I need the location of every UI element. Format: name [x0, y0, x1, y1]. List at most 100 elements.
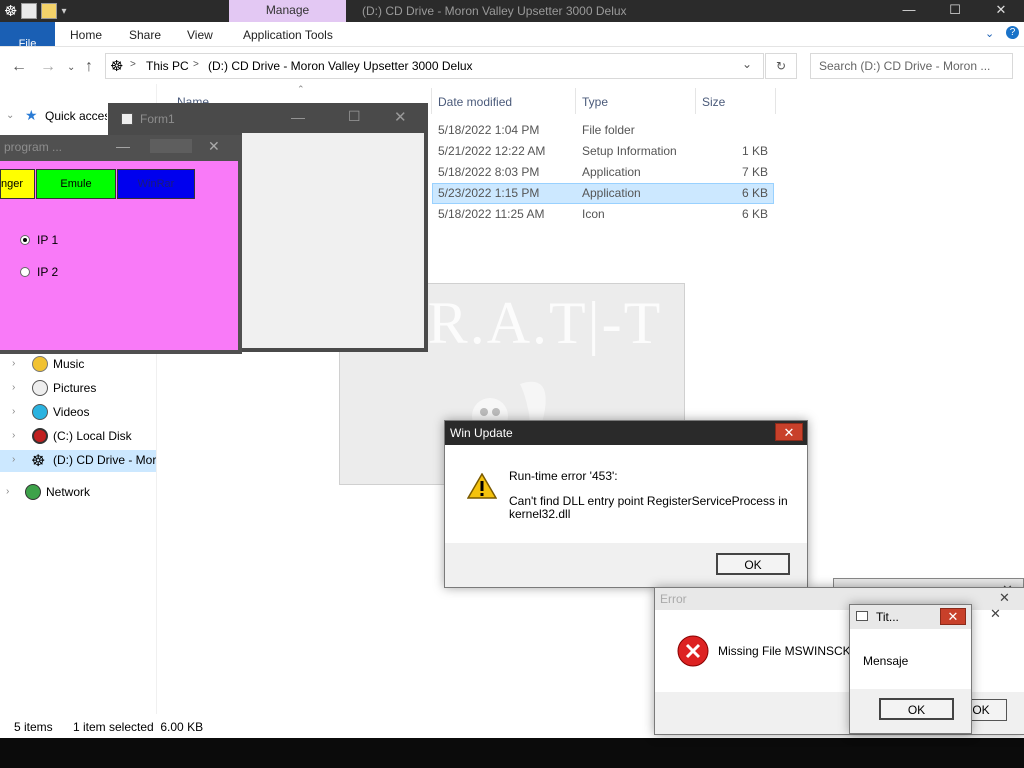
nav-music[interactable]: › Music: [0, 354, 156, 376]
local-disk-icon: [32, 428, 48, 444]
column-divider[interactable]: [775, 88, 776, 114]
close-button[interactable]: ✕: [208, 138, 220, 155]
message-dialog[interactable]: Tit... ✕ Mensaje OK: [849, 604, 972, 734]
maximize-button[interactable]: ☐: [932, 0, 978, 22]
column-divider[interactable]: [695, 88, 696, 114]
ok-button[interactable]: OK: [879, 698, 954, 720]
chevron-down-icon[interactable]: ⌄: [6, 110, 14, 121]
messenger-button[interactable]: nger: [0, 169, 35, 199]
minimize-button[interactable]: —: [291, 109, 305, 125]
file-date: 5/18/2022 8:03 PM: [438, 165, 540, 179]
nav-network[interactable]: › Network: [0, 482, 156, 504]
chevron-right-icon[interactable]: ›: [6, 486, 9, 497]
program-window[interactable]: program ... — ✕ nger Emule WinRar IP 1 I…: [0, 135, 242, 354]
properties-icon[interactable]: [21, 3, 38, 19]
nav-videos[interactable]: › Videos: [0, 402, 156, 424]
sort-ascending-icon: ⌃: [297, 84, 305, 94]
nav-label: Videos: [53, 405, 90, 419]
tab-view[interactable]: View: [187, 28, 213, 42]
column-divider[interactable]: [431, 88, 432, 114]
minimize-button[interactable]: —: [116, 138, 130, 154]
radio-button[interactable]: [20, 267, 30, 277]
refresh-button[interactable]: ↻: [765, 53, 797, 79]
address-dropdown-icon[interactable]: ⌄: [742, 57, 752, 71]
file-tab[interactable]: File: [0, 22, 55, 46]
file-row[interactable]: 5/21/2022 12:22 AM Setup Information 1 K…: [432, 141, 774, 162]
file-size: 6 KB: [741, 186, 768, 200]
nav-cd-drive[interactable]: › ☸ (D:) CD Drive - Moron Valley Upsette…: [0, 450, 156, 472]
breadcrumb-cd-drive[interactable]: (D:) CD Drive - Moron Valley Upsetter 30…: [208, 59, 473, 73]
expand-ribbon-icon[interactable]: ⌄: [985, 27, 994, 40]
ok-button[interactable]: OK: [716, 553, 790, 575]
nav-local-disk[interactable]: › (C:) Local Disk: [0, 426, 156, 448]
file-type: Setup Information: [582, 144, 677, 158]
chevron-right-icon[interactable]: ›: [12, 382, 15, 393]
column-divider[interactable]: [575, 88, 576, 114]
nav-pictures[interactable]: › Pictures: [0, 378, 156, 400]
dialog-titlebar: Win Update ✕: [445, 421, 807, 445]
videos-icon: [32, 404, 48, 420]
quick-access-toolbar: ☸ ▾: [0, 0, 66, 22]
radio-label: IP 1: [37, 233, 59, 247]
warning-icon: [467, 473, 497, 499]
breadcrumb-separator: >: [130, 59, 136, 70]
file-row[interactable]: 5/18/2022 8:03 PM Application 7 KB: [432, 162, 774, 183]
address-bar[interactable]: ☸ > This PC > (D:) CD Drive - Moron Vall…: [105, 53, 764, 79]
new-folder-icon[interactable]: [41, 3, 58, 19]
chevron-right-icon[interactable]: ›: [12, 454, 15, 465]
file-type: Application: [582, 186, 641, 200]
file-row[interactable]: 5/18/2022 11:25 AM Icon 6 KB: [432, 204, 774, 225]
dialog-footer: OK: [445, 543, 807, 587]
winrar-button[interactable]: WinRar: [117, 169, 195, 199]
forward-icon[interactable]: →: [40, 58, 56, 76]
manage-tab[interactable]: Manage: [229, 0, 346, 22]
nav-label: Music: [53, 357, 85, 371]
close-button[interactable]: ✕: [775, 423, 803, 441]
recent-locations-icon[interactable]: ⌄: [67, 62, 75, 73]
search-input[interactable]: Search (D:) CD Drive - Moron ...: [810, 53, 1013, 79]
tab-home[interactable]: Home: [70, 28, 102, 42]
win-update-dialog[interactable]: Win Update ✕ Run-time error '453': Can't…: [444, 420, 808, 588]
error-heading: Run-time error '453':: [509, 469, 618, 483]
emule-button[interactable]: Emule: [36, 169, 116, 199]
close-button[interactable]: ✕: [940, 608, 966, 625]
radio-button[interactable]: [20, 235, 30, 245]
tab-application-tools[interactable]: Application Tools: [243, 28, 333, 42]
up-icon[interactable]: ↑: [85, 58, 93, 76]
file-size: 1 KB: [741, 144, 768, 158]
nav-label: Network: [46, 485, 91, 499]
maximize-button[interactable]: [150, 139, 192, 153]
taskbar: [0, 738, 1024, 768]
close-button[interactable]: ✕: [394, 108, 407, 126]
chevron-right-icon[interactable]: ›: [12, 430, 15, 441]
back-icon[interactable]: ←: [11, 58, 27, 76]
close-button[interactable]: ✕: [978, 0, 1024, 22]
dialog-title: Tit...: [876, 610, 899, 624]
close-button[interactable]: ✕: [999, 590, 1010, 606]
minimize-button[interactable]: —: [886, 0, 932, 22]
file-row[interactable]: 5/18/2022 1:04 PM File folder: [432, 120, 774, 141]
music-icon: [32, 356, 48, 372]
status-item-count: 5 items: [14, 720, 53, 734]
column-size[interactable]: Size: [702, 95, 725, 109]
form1-client-area: [242, 133, 424, 348]
file-type: File folder: [582, 123, 635, 137]
column-date-modified[interactable]: Date modified: [438, 95, 512, 109]
nav-label: (C:) Local Disk: [53, 429, 132, 443]
star-icon: ★: [25, 107, 38, 123]
breadcrumb-this-pc[interactable]: This PC: [146, 59, 189, 73]
file-date: 5/21/2022 12:22 AM: [438, 144, 546, 158]
drive-icon: ☸: [4, 3, 18, 20]
close-button[interactable]: ✕: [990, 606, 1001, 622]
help-icon[interactable]: ?: [1006, 26, 1019, 39]
chevron-right-icon[interactable]: ›: [12, 406, 15, 417]
column-type[interactable]: Type: [582, 95, 608, 109]
chevron-right-icon[interactable]: ›: [12, 358, 15, 369]
message-text: Mensaje: [863, 654, 909, 668]
maximize-button[interactable]: ☐: [348, 108, 361, 125]
tab-share[interactable]: Share: [129, 28, 161, 42]
customize-chevron-icon[interactable]: ▾: [61, 6, 66, 17]
file-row-selected[interactable]: 5/23/2022 1:15 PM Application 6 KB: [432, 183, 774, 204]
nav-label: Pictures: [53, 381, 97, 395]
dialog-titlebar: Tit... ✕: [850, 605, 971, 630]
